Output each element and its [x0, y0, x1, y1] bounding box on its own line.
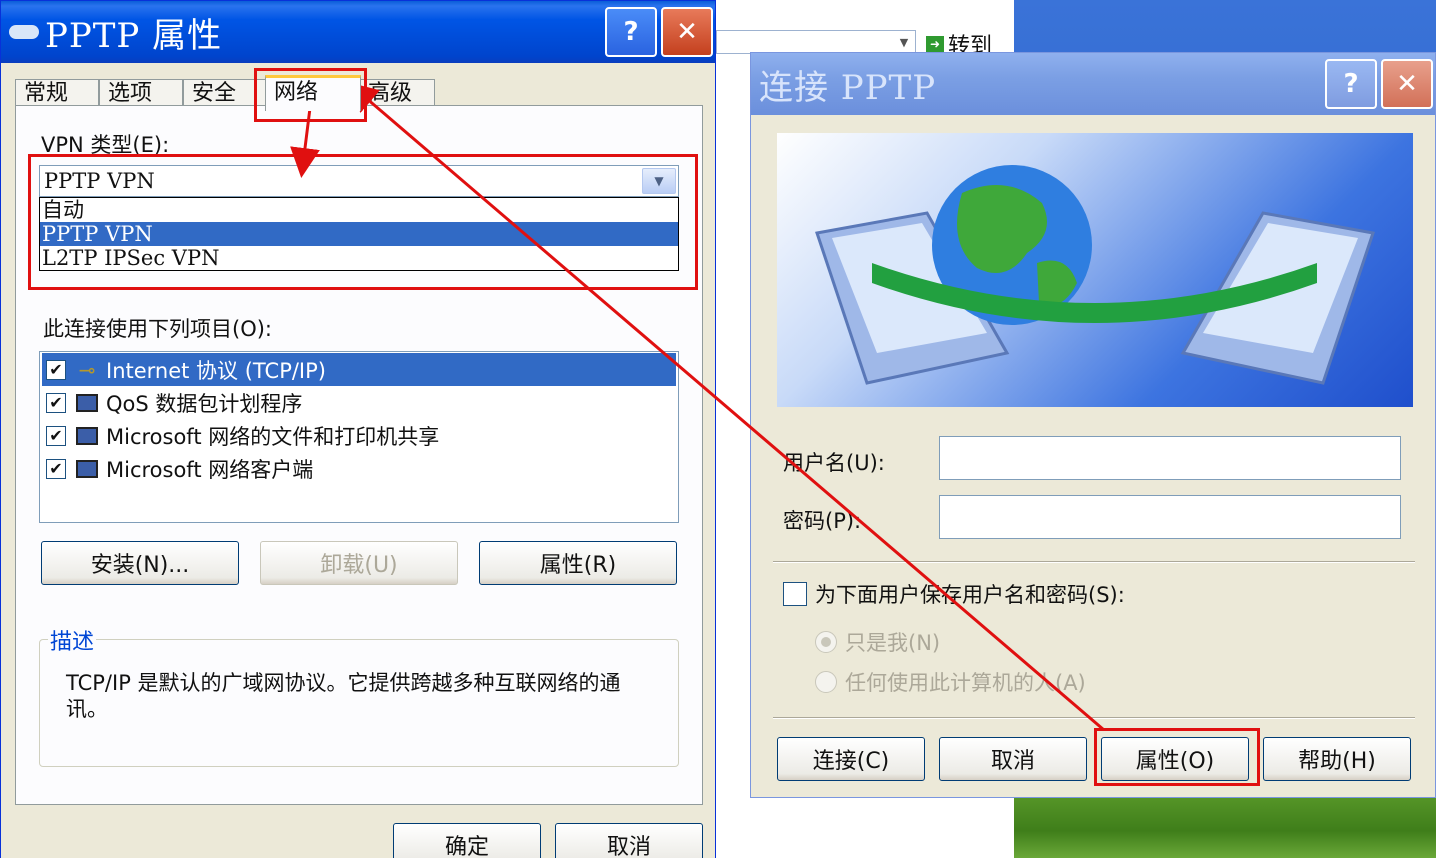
address-bar[interactable]: ▼: [716, 30, 916, 54]
connect-button[interactable]: 连接(C): [777, 737, 925, 781]
left-window-title: PPTP 属性: [45, 15, 223, 56]
cancel-button[interactable]: 取消: [939, 737, 1087, 781]
checkbox[interactable]: ✔: [46, 425, 66, 446]
annotation-box-vpn-type: [28, 154, 698, 290]
radio-anyone-label: 任何使用此计算机的人(A): [845, 671, 1086, 695]
description-text: TCP/IP 是默认的广域网协议。它提供跨越多种互联网络的通讯。: [66, 671, 621, 721]
components-list: ✔ ⊸ Internet 协议 (TCP/IP) ✔ QoS 数据包计划程序 ✔…: [39, 351, 679, 523]
help-button[interactable]: ?: [605, 7, 657, 57]
list-item[interactable]: ✔ QoS 数据包计划程序: [42, 386, 676, 419]
list-item-label: Internet 协议 (TCP/IP): [106, 358, 326, 383]
computer-icon: [72, 391, 102, 415]
save-credentials-checkbox[interactable]: 为下面用户保存用户名和密码(S):: [783, 579, 1125, 609]
radio-button[interactable]: [815, 631, 837, 653]
right-titlebar[interactable]: 连接 PPTP ? ✕: [751, 53, 1435, 115]
description-title: 描述: [48, 624, 97, 656]
close-button[interactable]: ✕: [661, 7, 713, 57]
checkbox[interactable]: ✔: [46, 458, 66, 479]
right-window-title: 连接 PPTP: [759, 67, 937, 108]
close-button[interactable]: ✕: [1381, 59, 1433, 109]
username-label: 用户名(U):: [783, 451, 885, 475]
checkbox[interactable]: [783, 582, 807, 606]
tab-network[interactable]: 网络: [265, 75, 361, 111]
address-dropdown-icon[interactable]: ▼: [893, 31, 915, 53]
list-item-label: Microsoft 网络客户端: [106, 457, 314, 482]
help-button[interactable]: ?: [1325, 59, 1377, 109]
goto-arrow-icon: ➜: [926, 36, 944, 52]
connection-banner-image: [777, 133, 1413, 407]
radio-only-me-label: 只是我(N): [845, 631, 941, 655]
install-button[interactable]: 安装(N)...: [41, 541, 239, 585]
username-input[interactable]: [939, 436, 1401, 480]
checkbox[interactable]: ✔: [46, 359, 66, 380]
computer-icon: [72, 457, 102, 481]
password-label: 密码(P):: [783, 509, 862, 533]
network-protocol-icon: ⊸: [78, 357, 96, 382]
cancel-button[interactable]: 取消: [555, 823, 703, 858]
password-input[interactable]: [939, 495, 1401, 539]
checkbox[interactable]: ✔: [46, 392, 66, 413]
annotation-box-properties-button: [1094, 728, 1260, 786]
radio-anyone[interactable]: 任何使用此计算机的人(A): [815, 667, 1086, 697]
computer-icon: [72, 424, 102, 448]
radio-button[interactable]: [815, 671, 837, 693]
list-item[interactable]: ✔ Microsoft 网络客户端: [42, 452, 676, 485]
connection-cloud-icon: [9, 25, 39, 39]
left-titlebar[interactable]: PPTP 属性 ? ✕: [1, 1, 715, 63]
description-group: 描述 TCP/IP 是默认的广域网协议。它提供跨越多种互联网络的通讯。: [39, 624, 679, 767]
help-dialog-button[interactable]: 帮助(H): [1263, 737, 1411, 781]
properties-button[interactable]: 属性(R): [479, 541, 677, 585]
list-item-label: QoS 数据包计划程序: [106, 391, 303, 416]
globe-laptops-icon: [815, 165, 1375, 385]
radio-only-me[interactable]: 只是我(N): [815, 627, 940, 657]
list-item-label: Microsoft 网络的文件和打印机共享: [106, 424, 440, 449]
list-item[interactable]: ✔ Microsoft 网络的文件和打印机共享: [42, 419, 676, 452]
list-item[interactable]: ✔ ⊸ Internet 协议 (TCP/IP): [42, 353, 676, 386]
pptp-properties-window: PPTP 属性 ? ✕ 常规 选项 安全 网络 高级 VPN 类型(E): PP…: [0, 0, 716, 858]
items-label: 此连接使用下列项目(O):: [43, 317, 272, 341]
ok-button[interactable]: 确定: [393, 823, 541, 858]
save-credentials-label: 为下面用户保存用户名和密码(S):: [815, 583, 1125, 607]
divider: [773, 561, 1415, 563]
connect-pptp-window: 连接 PPTP ? ✕ 用户名(U): 密码(P): 为下面用户保存用户名和密码…: [750, 52, 1436, 798]
uninstall-button[interactable]: 卸载(U): [260, 541, 458, 585]
desktop-wallpaper-grass: [1014, 790, 1436, 858]
divider: [773, 717, 1415, 719]
